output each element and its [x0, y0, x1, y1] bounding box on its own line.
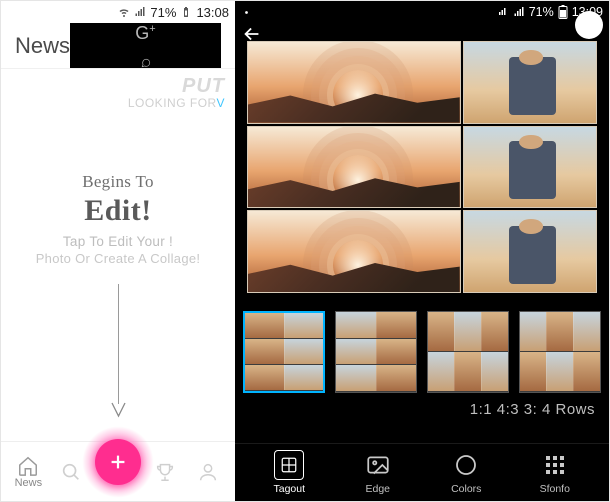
page-title: News	[15, 33, 70, 59]
gplus-icon[interactable]: G+	[135, 23, 155, 44]
hero-line1: Begins To	[82, 172, 154, 192]
tool-background[interactable]: Sfonfo	[511, 450, 600, 495]
collage-row	[247, 41, 597, 124]
collage-cell[interactable]	[247, 126, 461, 209]
bottom-nav: News	[1, 441, 235, 501]
tool-edge[interactable]: Edge	[334, 450, 423, 495]
hero-line2: Edit!	[84, 194, 152, 228]
layout-thumb[interactable]	[519, 311, 601, 393]
collage-row	[247, 126, 597, 209]
collage-cell[interactable]	[463, 210, 597, 293]
status-bar: 71% 13:09	[235, 1, 609, 23]
arrow-head-icon	[111, 402, 126, 420]
collage-row	[247, 210, 597, 293]
ratio-options[interactable]: 1:1 4:3 3: 4 Rows	[235, 401, 609, 418]
clock: 13:08	[196, 5, 229, 20]
layout-thumbnails	[235, 311, 609, 393]
layout-icon	[280, 456, 298, 474]
layout-thumb[interactable]	[335, 311, 417, 393]
battery-pct: 71%	[150, 5, 176, 20]
left-app-screen: 71% 13:08 News G+ PUT LOOKING FORV Begin…	[1, 1, 235, 501]
avatar[interactable]	[575, 11, 603, 39]
plus-icon	[107, 451, 129, 473]
watermark: PUT LOOKING FORV	[1, 69, 235, 110]
search-icon	[60, 461, 82, 483]
tool-layout[interactable]: Tagout	[245, 450, 334, 495]
fab-add[interactable]	[82, 426, 154, 498]
profile-icon	[197, 461, 219, 483]
network-icon	[497, 6, 509, 18]
pattern-icon	[543, 453, 567, 477]
signal-icon	[134, 6, 146, 18]
bottom-toolbar: Tagout Edge Colors Sfonfo	[235, 443, 609, 501]
chat-icon[interactable]	[135, 58, 157, 68]
collage-canvas[interactable]	[235, 41, 609, 293]
right-app-screen: 71% 13:09	[235, 1, 609, 501]
collage-cell[interactable]	[463, 126, 597, 209]
arrow-left-icon	[241, 23, 263, 45]
nav-news[interactable]: News	[7, 455, 50, 489]
battery-icon	[180, 6, 192, 18]
hero-area: Begins To Edit! Tap To Edit Your ! Photo…	[1, 110, 235, 441]
nav-profile[interactable]	[186, 461, 229, 483]
battery-pct: 71%	[529, 5, 554, 19]
watermark-line1: PUT	[1, 75, 225, 97]
indicator-icon	[241, 7, 252, 18]
hero-line4: Photo Or Create A Collage!	[36, 251, 201, 266]
wifi-icon	[118, 6, 130, 18]
image-icon	[365, 452, 391, 478]
collage-cell[interactable]	[463, 41, 597, 124]
watermark-line2: LOOKING FORV	[1, 97, 225, 110]
home-icon	[17, 455, 39, 477]
layout-thumb[interactable]	[427, 311, 509, 393]
layout-thumb[interactable]	[243, 311, 325, 393]
collage-cell[interactable]	[247, 41, 461, 124]
status-bar: 71% 13:08	[1, 1, 235, 23]
trophy-icon	[154, 461, 176, 483]
header: News G+	[1, 23, 235, 69]
collage-cell[interactable]	[247, 210, 461, 293]
arrow-down	[118, 284, 119, 434]
circle-icon	[454, 453, 478, 477]
battery-icon	[558, 5, 568, 19]
back-button[interactable]	[241, 23, 263, 50]
tool-colors[interactable]: Colors	[422, 450, 511, 495]
hero-line3: Tap To Edit Your !	[63, 234, 173, 249]
signal-icon	[513, 6, 525, 18]
